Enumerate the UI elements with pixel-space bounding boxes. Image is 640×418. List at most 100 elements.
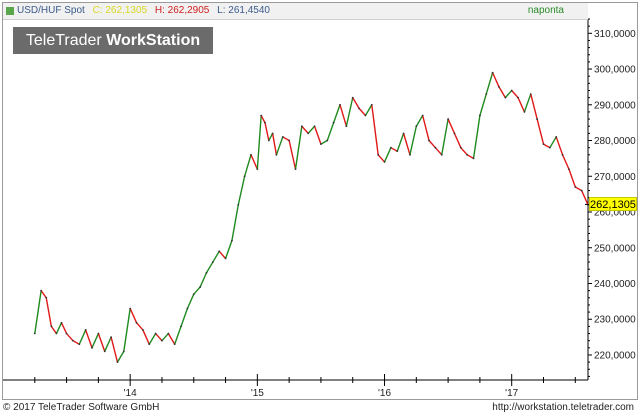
price-segment xyxy=(199,272,208,288)
price-segment xyxy=(123,308,131,352)
price-point xyxy=(218,250,221,253)
price-segment xyxy=(460,147,468,156)
price-point xyxy=(141,329,144,331)
price-segment xyxy=(479,93,487,116)
price-chart[interactable]: 220,0000230,0000240,0000250,0000260,0000… xyxy=(0,0,640,418)
price-segment xyxy=(345,97,354,127)
price-point xyxy=(453,132,456,135)
price-segment xyxy=(574,186,582,192)
price-point xyxy=(402,132,405,135)
price-point xyxy=(97,332,100,335)
price-point xyxy=(180,325,182,328)
price-point xyxy=(351,96,354,99)
price-point xyxy=(440,153,443,156)
price-point xyxy=(313,125,316,128)
price-segment xyxy=(243,154,252,177)
teletrader-logo: TeleTrader WorkStation xyxy=(13,27,213,54)
price-point xyxy=(466,153,469,156)
price-point xyxy=(326,139,329,142)
price-point xyxy=(260,114,263,117)
price-point xyxy=(60,321,63,324)
price-segment xyxy=(428,140,436,149)
price-point xyxy=(116,361,119,364)
price-point xyxy=(50,325,53,328)
price-segment xyxy=(561,154,570,170)
last-price-badge: 262,1305 xyxy=(589,197,637,212)
price-segment xyxy=(268,133,274,141)
price-segment xyxy=(402,133,411,156)
price-segment xyxy=(50,325,57,334)
price-segment xyxy=(129,308,138,324)
price-point xyxy=(320,143,322,145)
price-point xyxy=(55,332,58,335)
price-point xyxy=(45,296,48,299)
price-point xyxy=(211,261,214,263)
price-point xyxy=(40,289,43,292)
price-segment xyxy=(231,204,239,241)
price-segment xyxy=(116,351,125,363)
price-segment xyxy=(193,286,201,295)
y-tick-label: 230,0000 xyxy=(594,315,636,326)
instrument-name: USD/HUF Spot xyxy=(17,5,85,16)
price-point xyxy=(65,332,68,335)
y-tick-label: 310,0000 xyxy=(594,29,636,40)
price-point xyxy=(281,136,284,138)
price-point xyxy=(250,153,252,156)
price-point xyxy=(523,111,526,113)
price-point xyxy=(421,114,424,117)
price-segment xyxy=(91,333,100,349)
price-point xyxy=(33,332,36,335)
price-segment xyxy=(536,118,545,145)
price-point xyxy=(186,307,189,310)
price-point xyxy=(510,89,513,92)
price-segment xyxy=(530,93,538,120)
price-segment xyxy=(224,240,233,259)
price-segment xyxy=(148,333,157,345)
price-point xyxy=(288,139,291,142)
price-point xyxy=(498,86,500,88)
price-segment xyxy=(568,168,576,188)
website-link[interactable]: http://workstation.teletrader.com xyxy=(492,402,634,413)
y-tick-label: 240,0000 xyxy=(594,279,636,290)
x-tick-label: '14 xyxy=(124,388,137,399)
price-point xyxy=(271,132,274,135)
price-point xyxy=(129,307,132,310)
price-point xyxy=(84,329,87,331)
price-point xyxy=(122,350,125,353)
price-segment xyxy=(294,126,303,170)
y-tick-label: 290,0000 xyxy=(594,100,636,111)
price-point xyxy=(332,121,335,124)
price-segment xyxy=(472,115,481,159)
price-point xyxy=(224,257,227,260)
price-segment xyxy=(40,290,47,299)
price-point xyxy=(135,321,138,324)
price-segment xyxy=(491,72,500,88)
price-segment xyxy=(511,90,519,99)
price-segment xyxy=(441,118,449,155)
price-point xyxy=(377,153,380,156)
y-tick-label: 280,0000 xyxy=(594,136,636,147)
price-point xyxy=(459,146,462,149)
timeframe-label[interactable]: naponta xyxy=(528,3,564,19)
price-point xyxy=(370,103,373,106)
logo-text-bold: WorkStation xyxy=(106,32,201,49)
price-segment xyxy=(174,326,182,345)
price-segment xyxy=(396,133,405,152)
price-point xyxy=(237,203,240,206)
price-point xyxy=(529,93,532,95)
y-tick-label: 250,0000 xyxy=(594,243,636,254)
price-segment xyxy=(264,122,270,141)
price-point xyxy=(561,153,564,156)
price-segment xyxy=(415,115,424,127)
price-segment xyxy=(313,125,322,145)
price-segment xyxy=(136,322,144,331)
price-point xyxy=(479,114,481,117)
price-point xyxy=(428,139,430,142)
price-point xyxy=(267,139,270,142)
price-segment xyxy=(326,122,335,141)
price-point xyxy=(154,332,157,335)
chart-header: USD/HUF Spot C: 262,1305 H: 262,2905 L: … xyxy=(3,3,588,20)
price-point xyxy=(339,103,341,106)
price-segment xyxy=(288,140,297,170)
high-value: H: 262,2905 xyxy=(154,5,210,16)
